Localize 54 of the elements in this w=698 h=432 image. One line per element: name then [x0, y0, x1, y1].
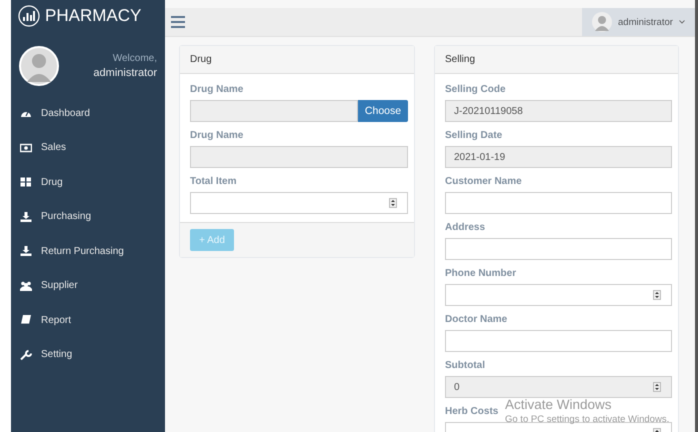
grid-icon	[20, 177, 32, 188]
field-label: Drug Name	[190, 84, 244, 95]
number-field[interactable]	[190, 192, 408, 214]
menu-icon[interactable]	[171, 16, 185, 28]
caret-icon	[678, 20, 685, 24]
field-label: Address	[445, 222, 486, 233]
number-field[interactable]: 0	[445, 376, 672, 398]
text-field[interactable]	[445, 238, 672, 260]
spinner-icon[interactable]	[653, 290, 661, 300]
wrench-icon	[20, 350, 32, 360]
user-menu[interactable]: administrator	[582, 8, 695, 36]
sidebar-item[interactable]: Drug	[11, 165, 165, 200]
field-label: Selling Code	[445, 84, 507, 95]
text-field[interactable]	[190, 146, 408, 168]
field-label: Selling Date	[445, 130, 504, 141]
field-label: Doctor Name	[445, 314, 508, 325]
field-label: Subtotal	[445, 360, 486, 371]
field-label: Drug Name	[190, 130, 244, 141]
sidebar-item[interactable]: Report	[11, 303, 165, 338]
text-field[interactable]	[445, 330, 672, 352]
sidebar-item[interactable]: Sales	[11, 130, 165, 165]
spinner-icon[interactable]	[389, 198, 397, 208]
users-icon	[20, 280, 32, 291]
sidebar-item[interactable]: Setting	[11, 338, 165, 372]
avatar-icon	[19, 46, 59, 86]
activation-notice-title: Activate Windows	[505, 397, 613, 412]
sidebar-item[interactable]: Supplier	[11, 268, 165, 303]
field-label: Herb Costs	[445, 406, 500, 417]
panel-title: Drug	[190, 54, 212, 65]
user-name: administrator	[93, 67, 157, 79]
number-field[interactable]	[445, 284, 672, 306]
user-name: administrator	[618, 16, 673, 28]
text-field[interactable]	[445, 192, 672, 214]
bar-chart-logo-icon	[18, 5, 40, 27]
activation-notice-text: Go to PC settings to activate Windows.	[505, 414, 670, 425]
choose-button[interactable]: Choose	[358, 100, 408, 122]
download-icon	[20, 212, 32, 222]
panel-title: Selling	[445, 54, 476, 65]
text-field[interactable]: 2021-01-19	[445, 146, 672, 168]
text-field[interactable]: J-20210119058	[445, 100, 672, 122]
sidebar-item[interactable]: Return Purchasing	[11, 234, 165, 268]
sidebar-item[interactable]: Purchasing	[11, 200, 165, 234]
input-field[interactable]	[190, 100, 358, 122]
app-title: PHARMACY	[45, 6, 142, 26]
spinner-icon[interactable]	[653, 382, 661, 392]
sidebar-item[interactable]: Dashboard	[11, 96, 165, 130]
avatar-icon	[592, 12, 612, 32]
field-label: Phone Number	[445, 268, 518, 279]
download-icon	[20, 246, 32, 256]
welcome-text: Welcome,	[112, 53, 157, 64]
field-value: 0	[454, 382, 460, 392]
field-label: Customer Name	[445, 176, 523, 187]
field-label: Total Item	[190, 176, 238, 187]
money-icon	[20, 142, 32, 153]
